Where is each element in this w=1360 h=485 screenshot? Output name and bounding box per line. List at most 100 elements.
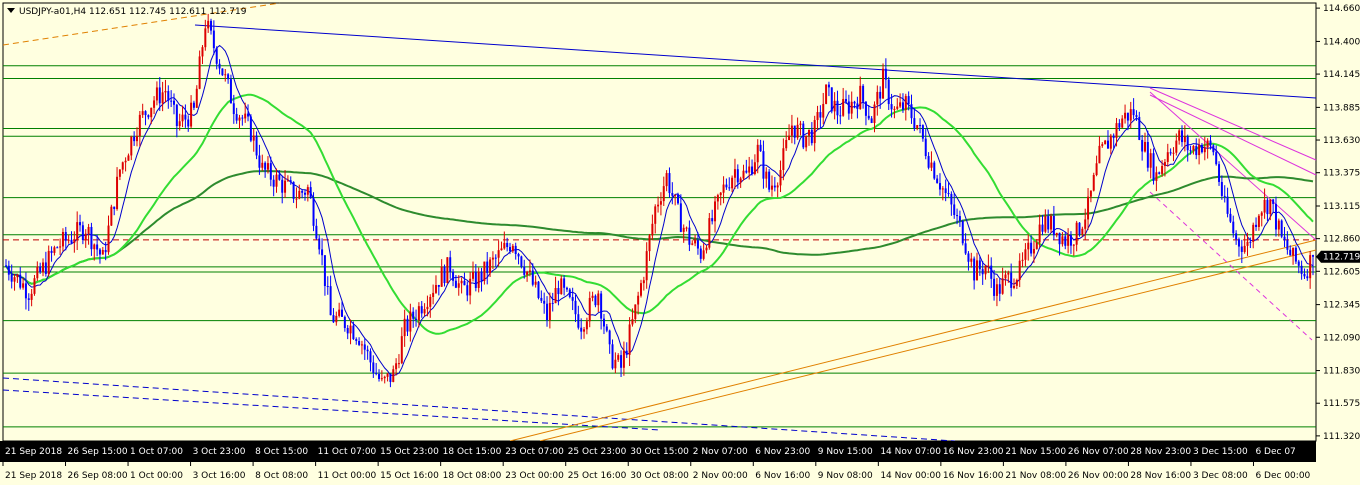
candle-body — [489, 259, 492, 274]
candle-body — [956, 215, 959, 217]
candle-body — [1172, 152, 1175, 154]
candle-body — [531, 270, 534, 285]
candle-body — [33, 278, 36, 294]
candle-body — [517, 254, 520, 257]
candle-body — [332, 315, 335, 323]
candle-body — [5, 265, 7, 267]
candle-body — [901, 102, 904, 110]
candle-body — [346, 327, 349, 334]
x-tick-label-bottom: 6 Nov 16:00 — [755, 471, 810, 481]
candle-body — [1277, 220, 1280, 230]
candle-body — [953, 204, 956, 216]
candle-body — [218, 63, 221, 69]
candle-body — [995, 284, 998, 296]
candle-body — [1087, 196, 1090, 220]
candle-body — [452, 271, 455, 281]
x-tick-label-bottom: 21 Nov 08:00 — [1005, 471, 1066, 481]
candle-body — [705, 247, 708, 251]
candle-body — [879, 91, 882, 99]
candle-body — [847, 101, 850, 114]
candle-body — [315, 225, 318, 239]
candle-body — [887, 79, 890, 105]
x-tick-label-top: 21 Nov 15:00 — [1005, 447, 1066, 457]
candle-body — [1200, 144, 1203, 153]
candle-body — [509, 247, 512, 252]
candle-body — [1155, 172, 1158, 181]
candle-body — [1266, 199, 1269, 215]
candle-body — [192, 102, 195, 108]
x-tick-label-bottom: 3 Dec 08:00 — [1193, 471, 1248, 481]
candle-body — [261, 162, 264, 168]
candle-body — [1255, 224, 1258, 227]
candle-body — [76, 222, 79, 241]
y-tick-label: 112.605 — [1323, 267, 1360, 277]
candle-body — [523, 266, 526, 275]
candle-body — [998, 284, 1001, 294]
candle-body — [765, 171, 768, 179]
candle-body — [776, 185, 779, 188]
candle-body — [155, 87, 158, 101]
candle-body — [272, 179, 275, 187]
candle-body — [56, 247, 59, 249]
candle-body — [1027, 242, 1030, 250]
candle-body — [19, 274, 22, 288]
candle-body — [258, 155, 261, 168]
candle-body — [714, 201, 717, 222]
candle-body — [1024, 249, 1027, 260]
candle-body — [975, 260, 978, 281]
candle-body — [716, 195, 719, 202]
price-axis: 114.660 114.400 114.145 113.885 113.630 113.3… — [1316, 4, 1360, 442]
candle-body — [255, 135, 258, 156]
candle-body — [466, 285, 469, 296]
x-tick-label-bottom: 15 Oct 16:00 — [380, 471, 439, 481]
candle-body — [434, 285, 437, 293]
candle-body — [79, 222, 82, 226]
candle-body — [554, 288, 557, 304]
candle-body — [899, 102, 902, 107]
candle-body — [1246, 241, 1249, 246]
candle-body — [107, 225, 110, 253]
candle-body — [70, 239, 73, 243]
candle-body — [1300, 265, 1303, 274]
candle-body — [679, 203, 682, 232]
chart-header[interactable]: USDJPY-a01,H4 112.651 112.745 112.611 11… — [7, 7, 247, 17]
candle-body — [1104, 140, 1107, 145]
candle-body — [958, 216, 961, 222]
candle-body — [306, 187, 309, 195]
candle-body — [395, 363, 398, 370]
candle-body — [44, 262, 47, 274]
y-tick-label: 113.885 — [1323, 103, 1360, 113]
candle-body — [594, 295, 597, 306]
candle-body — [1229, 213, 1232, 222]
candle-body — [961, 221, 964, 244]
candle-body — [904, 96, 907, 110]
x-tick-label-top: 16 Nov 23:00 — [943, 447, 1004, 457]
candle-body — [39, 266, 42, 273]
candle-body — [50, 250, 53, 253]
candle-body — [406, 318, 409, 332]
candle-body — [121, 162, 124, 170]
candle-body — [611, 344, 614, 369]
candle-body — [295, 198, 298, 200]
candle-body — [204, 28, 207, 48]
candle-body — [412, 311, 415, 319]
candle-body — [1178, 130, 1181, 141]
candle-body — [343, 316, 346, 328]
x-tick-label-bottom: 30 Oct 08:00 — [630, 471, 689, 481]
candle-body — [375, 372, 378, 375]
candle-body — [1163, 161, 1166, 166]
price-chart[interactable]: 114.660 114.400 114.145 113.885 113.630 113.3… — [0, 0, 1360, 485]
candle-body — [648, 235, 651, 252]
candle-body — [138, 114, 141, 136]
candle-body — [1075, 222, 1078, 245]
candle-body — [147, 115, 150, 118]
candle-body — [830, 87, 833, 112]
candle-body — [919, 125, 922, 127]
candle-body — [335, 315, 338, 323]
candle-body — [813, 120, 816, 144]
candle-body — [1067, 235, 1070, 246]
candle-body — [158, 87, 161, 104]
candle-body — [625, 350, 628, 355]
candle-body — [614, 359, 617, 369]
candle-body — [164, 91, 167, 93]
